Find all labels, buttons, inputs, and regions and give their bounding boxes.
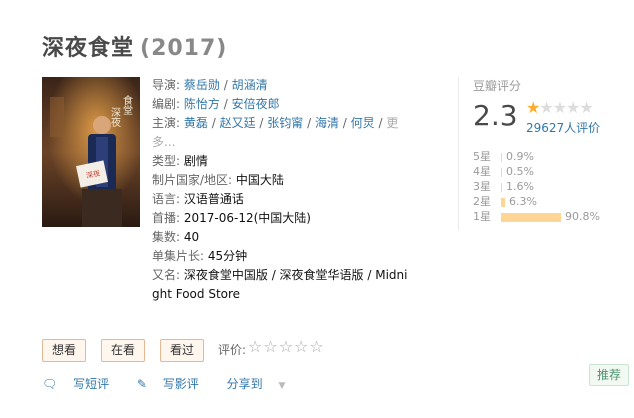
dist-label: 4星: [473, 165, 491, 178]
dist-bar: [501, 212, 561, 222]
info-duration: 单集片长: 45分钟: [152, 247, 408, 266]
want-to-watch-button[interactable]: 想看: [42, 339, 87, 362]
comment-icon: 🗨: [42, 377, 58, 391]
writer-link[interactable]: 安倍夜郎: [232, 97, 280, 111]
genre-label: 类型:: [152, 154, 181, 168]
poster-image[interactable]: 深夜 深夜 食堂: [42, 77, 140, 227]
dist-label: 3星: [473, 180, 491, 193]
pencil-icon: ✎: [136, 377, 147, 391]
star-outline-icon[interactable]: ☆: [294, 337, 309, 356]
duration-label: 单集片长:: [152, 249, 205, 263]
dist-label: 1星: [473, 210, 491, 223]
rate-label: 评价:: [218, 343, 247, 357]
country-label: 制片国家/地区:: [152, 173, 233, 187]
recommend-button[interactable]: 推荐: [589, 364, 630, 386]
rating-dist-row: 2星 6.3%: [473, 194, 600, 209]
star-icon: ★: [539, 98, 553, 117]
rating-dist-row: 3星 1.6%: [473, 179, 600, 194]
cast-link[interactable]: 海清: [315, 116, 339, 130]
info-country: 制片国家/地区: 中国大陆: [152, 171, 408, 190]
star-icon: ★: [566, 98, 580, 117]
watched-button[interactable]: 看过: [160, 339, 205, 362]
star-icon: ★: [552, 98, 567, 117]
rating-label: 豆瓣评分: [473, 79, 522, 93]
rating-distribution: 5星 0.9% 4星 0.5% 3星 1.6% 2星 6.3% 1星 90.8%: [473, 149, 600, 224]
title-year: (2017): [140, 36, 228, 61]
star-icon: ★: [526, 98, 540, 117]
share-label: 分享到: [226, 377, 263, 391]
rating-dist-row: 5星 0.9%: [473, 149, 600, 164]
write-review-link[interactable]: ✎ 写影评: [137, 377, 211, 391]
cast-link[interactable]: 黄磊: [184, 116, 208, 130]
rating-score: 2.3: [473, 99, 518, 132]
dist-label: 5星: [473, 150, 491, 163]
premiere-value: 2017-06-12(中国大陆): [183, 211, 311, 225]
premiere-label: 首播:: [152, 211, 181, 225]
dist-pct: 1.6%: [506, 180, 534, 193]
info-genre: 类型: 剧情: [152, 152, 408, 171]
svg-text:深夜: 深夜: [109, 107, 121, 128]
director-link[interactable]: 胡涵清: [232, 78, 268, 92]
writer-label: 编剧:: [152, 97, 181, 111]
episodes-label: 集数:: [152, 230, 181, 244]
duration-value: 45分钟: [207, 249, 248, 263]
rating-stars: ★★★★★: [526, 98, 594, 117]
rating-panel: 豆瓣评分 2.3 ★★★★★ 29627人评价 5星 0.9% 4星 0.5% 3星…: [458, 77, 608, 230]
cast-link[interactable]: 赵又廷: [220, 116, 256, 130]
page-title: 深夜食堂 (2017): [42, 30, 227, 62]
dist-pct: 0.5%: [506, 165, 534, 178]
subject-info: 导演: 蔡岳勋 / 胡涵清 编剧: 陈怡方 / 安倍夜郎 主演: 黄磊 / 赵又…: [152, 76, 408, 304]
dist-bar: [501, 167, 502, 177]
dist-bar: [501, 152, 502, 162]
director-label: 导演:: [152, 78, 181, 92]
dist-pct: 6.3%: [509, 195, 537, 208]
info-director: 导演: 蔡岳勋 / 胡涵清: [152, 78, 268, 92]
watching-button[interactable]: 在看: [101, 339, 146, 362]
share-links: 🗨 写短评 ✎ 写影评 分享到 ▼: [42, 375, 309, 392]
chevron-down-icon: ▼: [278, 381, 286, 391]
rating-dist-row: 1星 90.8%: [473, 209, 600, 224]
language-label: 语言:: [152, 192, 181, 206]
country-value: 中国大陆: [235, 173, 284, 187]
star-icon: ★: [579, 98, 593, 117]
write-short-review-link[interactable]: 🗨 写短评: [42, 377, 121, 391]
share-link[interactable]: 分享到 ▼: [227, 377, 298, 391]
rating-votes-link[interactable]: 29627人评价: [526, 119, 600, 136]
dist-pct: 90.8%: [565, 210, 600, 223]
rating-dist-row: 4星 0.5%: [473, 164, 600, 179]
info-aka: 又名: 深夜食堂中国版 / 深夜食堂华语版 / Midnight Food St…: [152, 266, 408, 304]
aka-value: 深夜食堂中国版 / 深夜食堂华语版 / Midnight Food Store: [152, 268, 408, 301]
star-outline-icon[interactable]: ☆: [263, 337, 278, 356]
info-language: 语言: 汉语普通话: [152, 190, 408, 209]
writer-link[interactable]: 陈怡方: [184, 97, 220, 111]
cast-label: 主演:: [152, 116, 181, 130]
svg-text:食堂: 食堂: [121, 94, 133, 115]
star-outline-icon[interactable]: ☆: [248, 337, 263, 356]
language-value: 汉语普通话: [183, 192, 244, 206]
dist-label: 2星: [473, 195, 491, 208]
director-link[interactable]: 蔡岳勋: [184, 78, 220, 92]
episodes-value: 40: [183, 230, 200, 244]
poster-art: 深夜 深夜 食堂: [42, 77, 140, 227]
short-review-label: 写短评: [73, 377, 110, 391]
dist-pct: 0.9%: [506, 150, 534, 163]
cast-link[interactable]: 张钧甯: [267, 116, 303, 130]
info-writer: 编剧: 陈怡方 / 安倍夜郎: [152, 97, 280, 111]
review-label: 写影评: [162, 377, 199, 391]
genre-value: 剧情: [183, 154, 208, 168]
star-outline-icon[interactable]: ☆: [279, 337, 294, 356]
rate-stars: ☆☆☆☆☆: [248, 337, 325, 356]
dist-bar: [501, 197, 505, 207]
info-cast: 主演: 黄磊 / 赵又廷 / 张钧甯 / 海清 / 何炅 / 更多...: [152, 116, 399, 149]
info-episodes: 集数: 40: [152, 228, 408, 247]
aka-label: 又名:: [152, 268, 181, 282]
cast-link[interactable]: 何炅: [351, 116, 375, 130]
dist-bar: [501, 182, 502, 192]
info-premiere: 首播: 2017-06-12(中国大陆): [152, 209, 408, 228]
title-text: 深夜食堂: [42, 36, 135, 61]
star-outline-icon[interactable]: ☆: [309, 337, 324, 356]
